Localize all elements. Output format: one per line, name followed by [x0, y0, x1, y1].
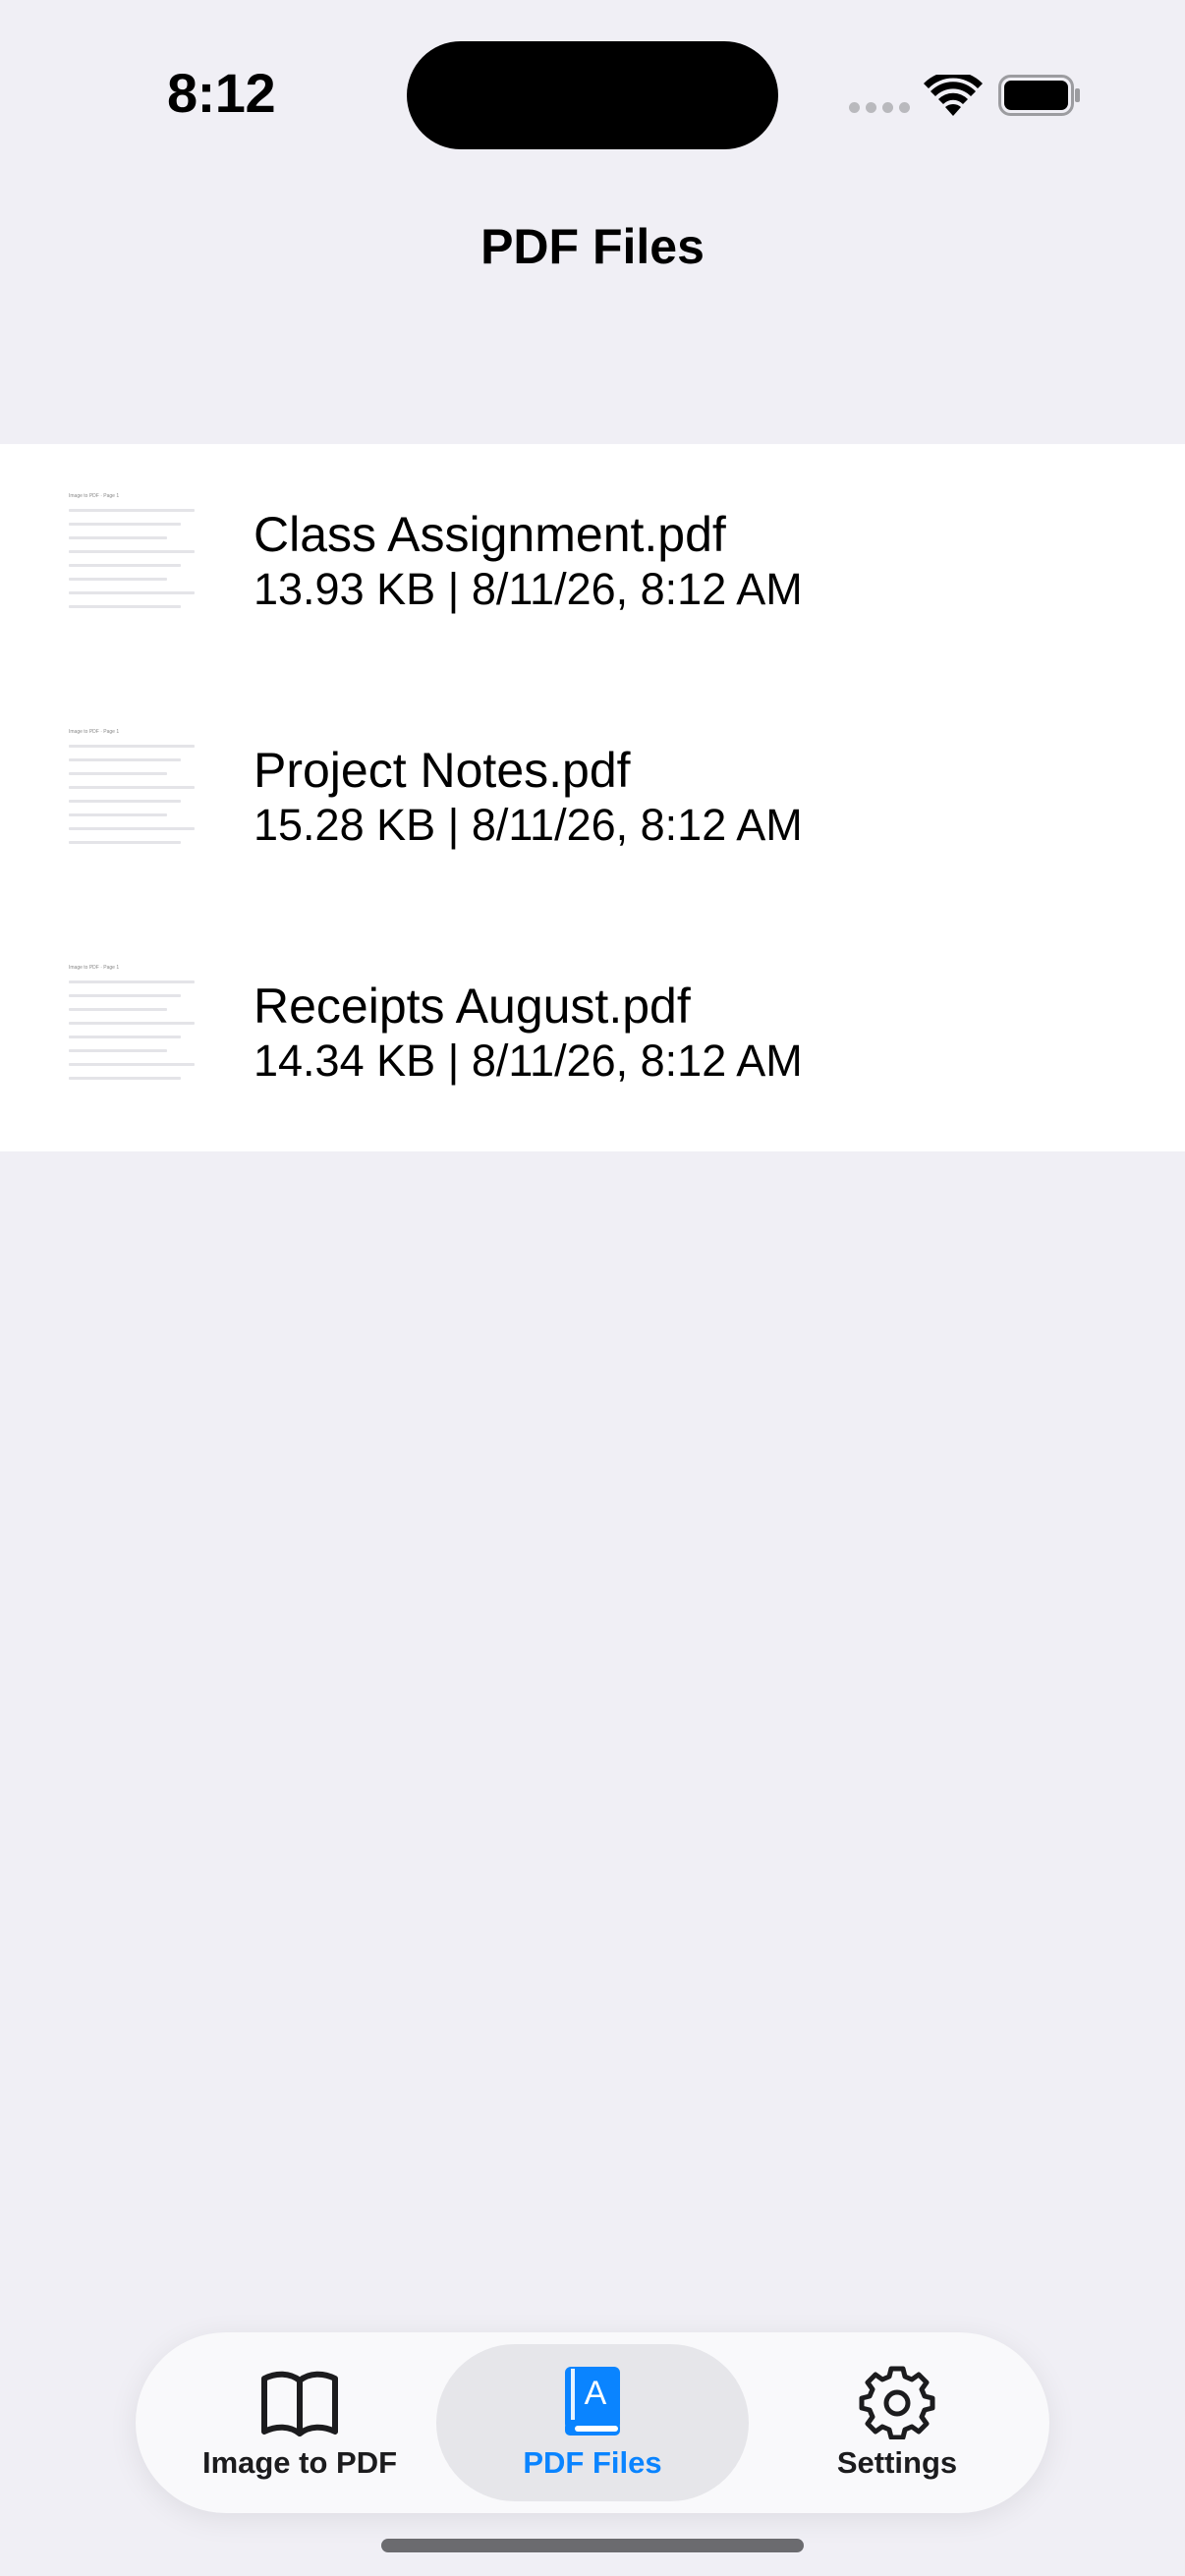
pdf-thumbnail: Image to PDF · Page 1 — [67, 729, 197, 859]
file-name: Class Assignment.pdf — [254, 507, 726, 562]
file-row[interactable]: Image to PDF · Page 1 Receipts August.pd… — [0, 916, 1185, 1151]
home-indicator — [381, 2539, 804, 2552]
tab-settings[interactable]: Settings — [774, 2344, 1020, 2501]
tab-pdf-files[interactable]: A PDF Files — [436, 2344, 749, 2501]
file-text: Class Assignment.pdf 13.93 KB | 8/11/26,… — [254, 507, 803, 617]
thumbnail-caption: Image to PDF · Page 1 — [69, 729, 120, 735]
svg-text:A: A — [585, 2375, 607, 2412]
page-title: PDF Files — [480, 219, 705, 274]
tab-label: Image to PDF — [201, 2445, 398, 2480]
file-meta: 15.28 KB | 8/11/26, 8:12 AM — [254, 800, 803, 850]
file-meta: 13.93 KB | 8/11/26, 8:12 AM — [254, 564, 803, 614]
dynamic-island — [407, 41, 778, 149]
file-list: Image to PDF · Page 1 Class Assignment.p… — [0, 444, 1185, 1151]
file-meta: 14.34 KB | 8/11/26, 8:12 AM — [254, 1036, 803, 1086]
battery-icon — [998, 75, 1080, 116]
file-row[interactable]: Image to PDF · Page 1 Class Assignment.p… — [0, 444, 1185, 680]
thumbnail-caption: Image to PDF · Page 1 — [69, 965, 120, 971]
book-letter-a-icon: A — [565, 2367, 620, 2436]
status-bar: 8:12 — [0, 0, 1185, 196]
wifi-icon — [924, 75, 983, 116]
pdf-thumbnail: Image to PDF · Page 1 — [67, 493, 197, 623]
file-text: Receipts August.pdf 14.34 KB | 8/11/26, … — [254, 979, 803, 1089]
tab-bar: Image to PDF A PDF Files Settings — [136, 2332, 1049, 2513]
file-name: Project Notes.pdf — [254, 743, 631, 798]
tab-label: Settings — [836, 2445, 958, 2480]
book-open-icon — [261, 2371, 338, 2436]
file-row[interactable]: Image to PDF · Page 1 Project Notes.pdf … — [0, 680, 1185, 916]
tab-label: PDF Files — [523, 2445, 662, 2480]
thumbnail-caption: Image to PDF · Page 1 — [69, 493, 120, 499]
file-name: Receipts August.pdf — [254, 979, 691, 1034]
gear-icon — [859, 2366, 935, 2439]
cellular-signal-icon — [849, 102, 910, 113]
status-time: 8:12 — [167, 62, 276, 124]
file-text: Project Notes.pdf 15.28 KB | 8/11/26, 8:… — [254, 743, 803, 853]
pdf-thumbnail: Image to PDF · Page 1 — [67, 965, 197, 1094]
tab-image-to-pdf[interactable]: Image to PDF — [177, 2344, 423, 2501]
